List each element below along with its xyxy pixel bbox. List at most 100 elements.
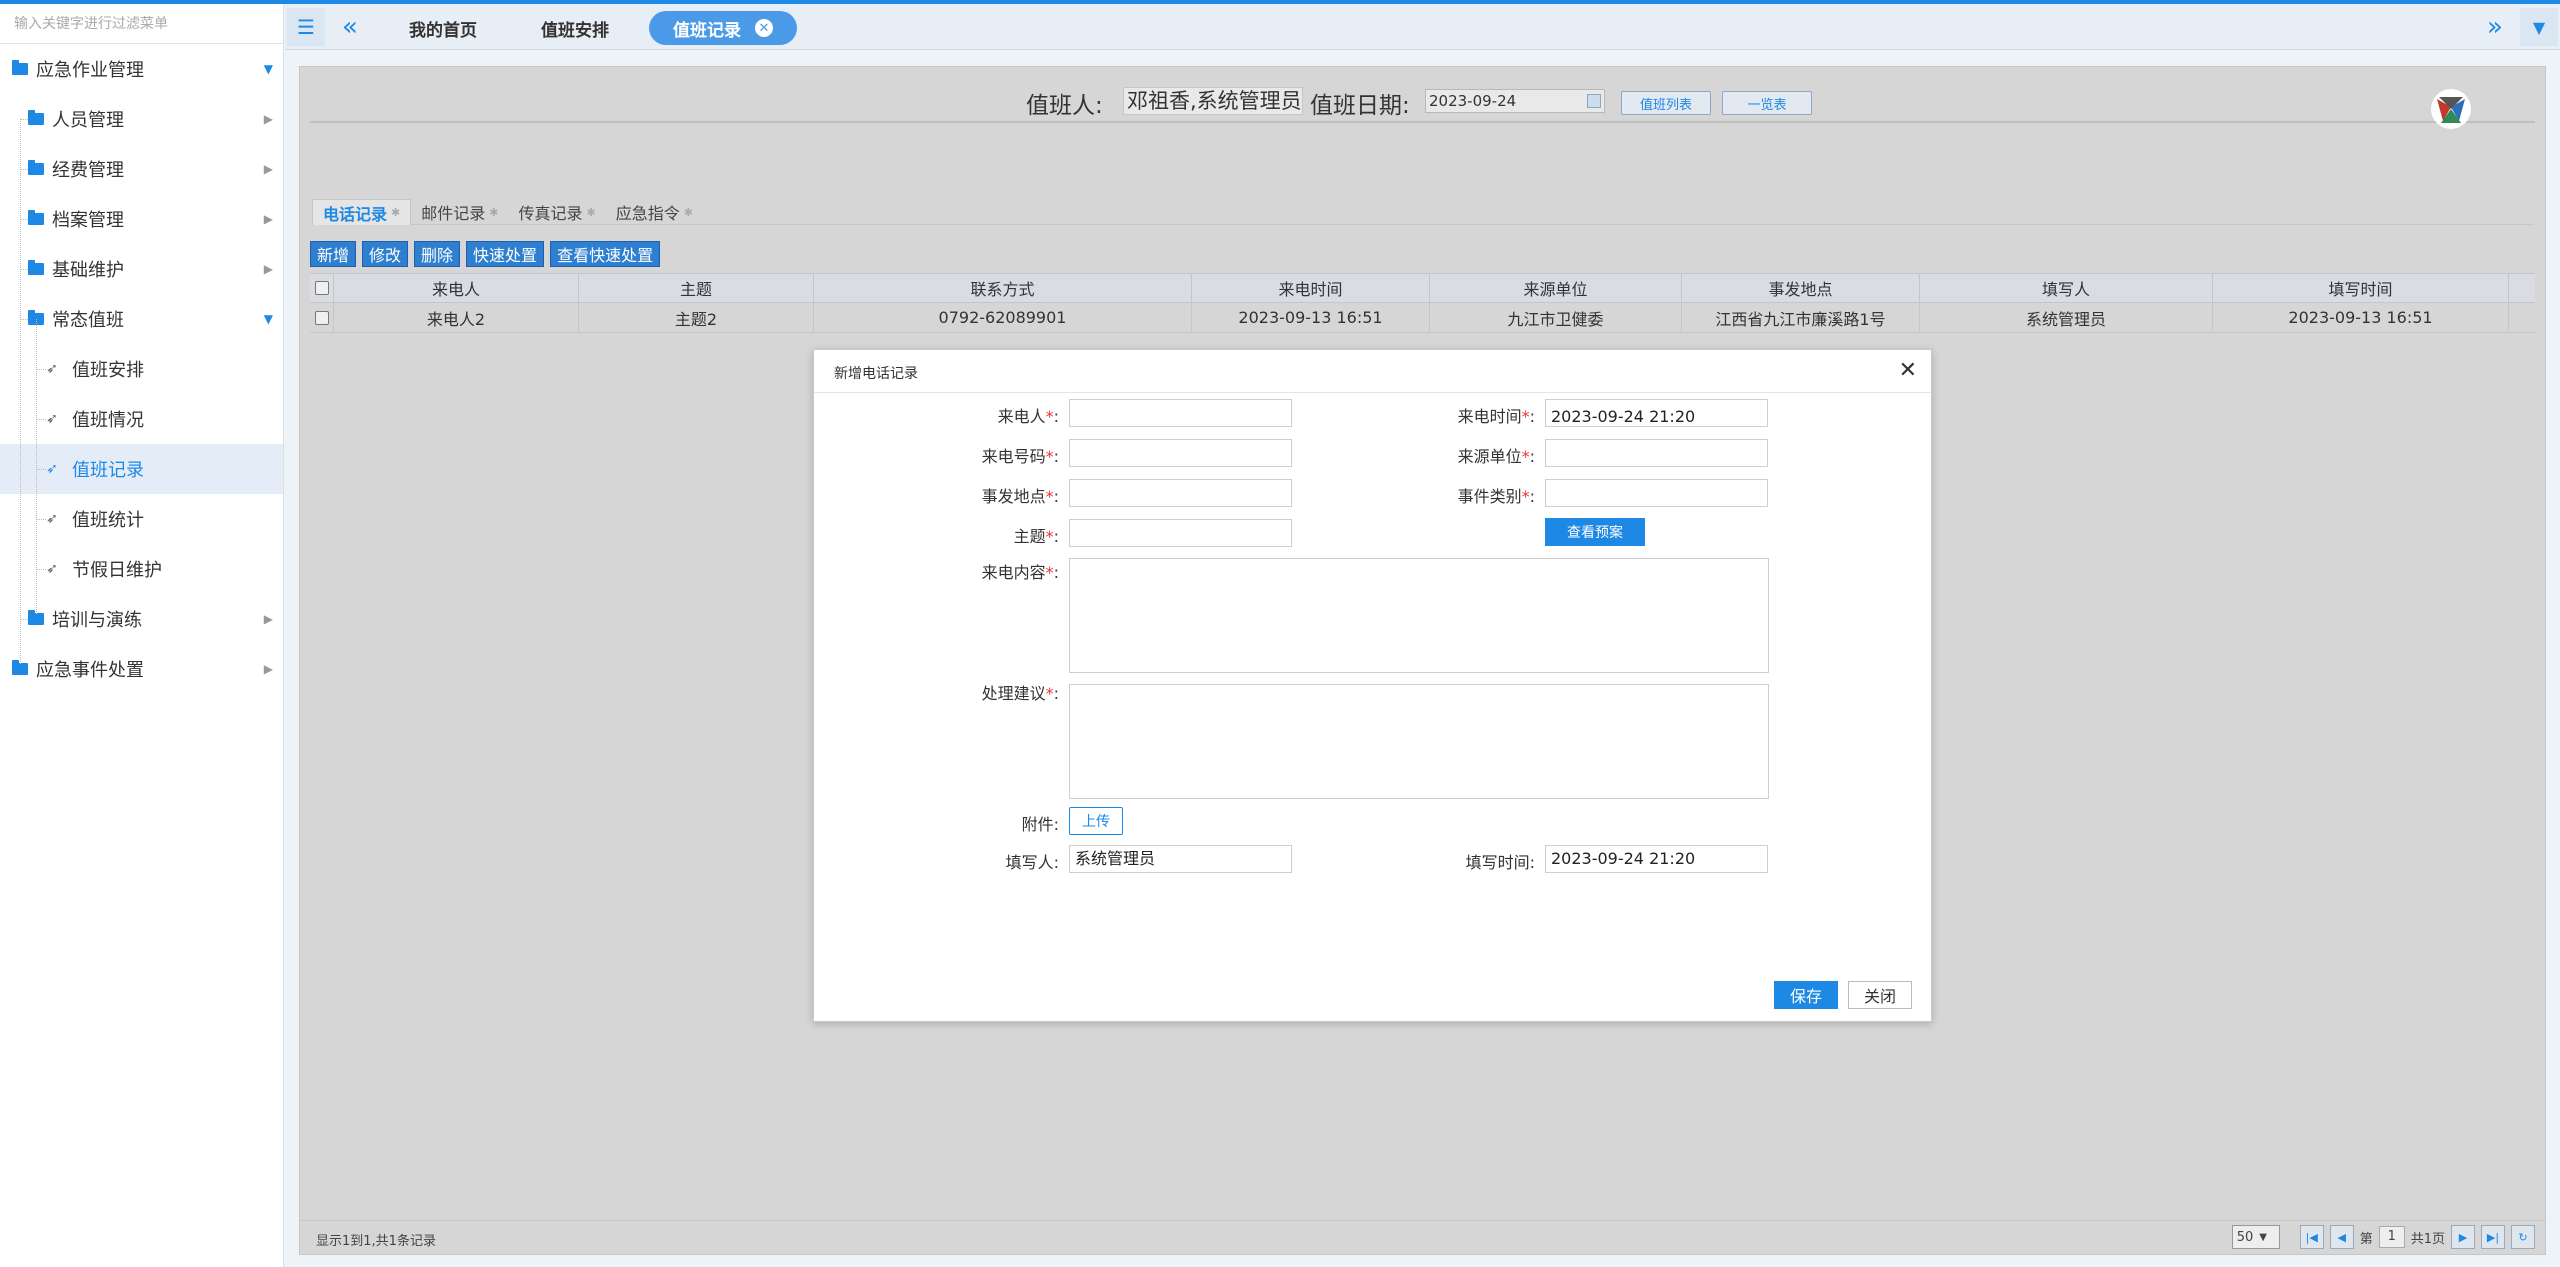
tab-close-icon[interactable]: ✕: [755, 19, 773, 37]
suggestion-textarea[interactable]: [1069, 684, 1769, 799]
caret-right-icon: ▶: [263, 612, 273, 626]
upload-button[interactable]: 上传: [1069, 807, 1123, 835]
column-header[interactable]: 来电时间: [1192, 273, 1430, 303]
close-button[interactable]: 关闭: [1848, 981, 1912, 1009]
sidebar-item-training-drills[interactable]: 培训与演练 ▶: [0, 594, 283, 644]
subtab-mail[interactable]: 邮件记录 ✱: [411, 199, 508, 225]
tabs-dropdown-button[interactable]: ▼: [2520, 8, 2558, 46]
call-time-input[interactable]: 2023-09-24 21:20: [1545, 399, 1768, 427]
tab-duty-schedule[interactable]: 值班安排: [517, 11, 633, 45]
paper-plane-icon: ➶: [46, 511, 58, 527]
tab-duty-record[interactable]: 值班记录 ✕: [649, 11, 797, 45]
edit-button[interactable]: 修改: [362, 241, 409, 267]
overview-button[interactable]: 一览表: [1722, 91, 1812, 115]
subtab-command[interactable]: 应急指令 ✱: [606, 199, 703, 225]
dialog-close-icon[interactable]: ✕: [1899, 358, 1917, 383]
paper-plane-icon: ➶: [46, 561, 58, 577]
table-row[interactable]: 来电人2 主题2 0792-62089901 2023-09-13 16:51 …: [310, 302, 2535, 333]
tab-label: 我的首页: [409, 20, 477, 41]
dialog-divider: [814, 392, 1931, 393]
column-header[interactable]: 来源单位: [1430, 273, 1682, 303]
duty-date-field[interactable]: 2023-09-24: [1425, 89, 1605, 113]
add-button[interactable]: 新增: [310, 241, 357, 267]
select-all-checkbox[interactable]: [314, 281, 329, 295]
sidebar-item-duty-schedule[interactable]: ➶ 值班安排: [0, 344, 283, 394]
caller-label: 来电人*:: [998, 403, 1059, 427]
column-header[interactable]: 事发地点: [1682, 273, 1920, 303]
sidebar-item-duty-status[interactable]: ➶ 值班情况: [0, 394, 283, 444]
sidebar-item-duty-record[interactable]: ➶ 值班记录: [0, 444, 283, 494]
pager: 50 ▼ |◀ ◀ 第 1 共1页 ▶ ▶| ↻: [2231, 1225, 2535, 1249]
grid-toolbar: 新增 修改 删除 快速处置 查看快速处置: [310, 241, 661, 267]
double-chevron-right-icon: »: [2487, 12, 2503, 42]
page-total: 共1页: [2410, 1231, 2445, 1247]
source-unit-input[interactable]: [1545, 439, 1768, 467]
label-text: 来电内容: [981, 563, 1046, 582]
column-header[interactable]: 联系方式: [814, 273, 1192, 303]
label-text: 来电号码: [981, 447, 1046, 466]
star-icon: ✱: [391, 206, 401, 219]
page-size-select[interactable]: 50 ▼: [2231, 1225, 2280, 1249]
location-input[interactable]: [1069, 479, 1292, 507]
last-page-button[interactable]: ▶|: [2481, 1225, 2505, 1249]
caller-input[interactable]: [1069, 399, 1292, 427]
view-plan-button[interactable]: 查看预案: [1545, 518, 1645, 546]
first-page-button[interactable]: |◀: [2299, 1225, 2324, 1249]
duty-bar: 值班人: 邓祖香,系统管理员 值班日期: 2023-09-24 值班列表 一览表: [310, 67, 2535, 129]
column-header[interactable]: 填写人: [1920, 273, 2213, 303]
calendar-icon[interactable]: [1587, 94, 1601, 108]
sidebar-item-base-maintenance[interactable]: 基础维护 ▶: [0, 244, 283, 294]
writer-label: 填写人:: [1005, 853, 1059, 872]
subject-input[interactable]: [1069, 519, 1292, 547]
page-size-value: 50: [2236, 1229, 2254, 1245]
sidebar-item-regular-duty[interactable]: 常态值班 ▼: [0, 294, 283, 344]
column-header[interactable]: 来电人: [334, 273, 579, 303]
subject-label: 主题*:: [1014, 523, 1059, 547]
subtab-fax[interactable]: 传真记录 ✱: [508, 199, 605, 225]
row-checkbox[interactable]: [314, 310, 329, 325]
sidebar-item-budget[interactable]: 经费管理 ▶: [0, 144, 283, 194]
view-quick-handle-button[interactable]: 查看快速处置: [550, 241, 661, 267]
sidebar-item-emergency-ops[interactable]: 应急作业管理 ▼: [0, 44, 283, 94]
refresh-button[interactable]: ↻: [2511, 1225, 2535, 1249]
menu-toggle-button[interactable]: ☰: [287, 8, 325, 46]
prev-page-button[interactable]: ◀: [2329, 1225, 2354, 1249]
page-number-input[interactable]: 1: [2378, 1226, 2405, 1248]
table-cell: 系统管理员: [1920, 302, 2213, 333]
column-header[interactable]: 主题: [579, 273, 814, 303]
table-cell: 2023-09-13 16:51: [1192, 302, 1430, 333]
duty-list-button[interactable]: 值班列表: [1621, 91, 1711, 115]
next-page-icon: ▶: [2458, 1230, 2468, 1244]
page-tabs: 我的首页 值班安排 值班记录 ✕: [385, 11, 797, 45]
save-button[interactable]: 保存: [1774, 981, 1838, 1009]
tab-label: 值班安排: [541, 20, 609, 41]
tab-home[interactable]: 我的首页: [385, 11, 501, 45]
phone-input[interactable]: [1069, 439, 1292, 467]
sidebar-item-archives[interactable]: 档案管理 ▶: [0, 194, 283, 244]
writer-input[interactable]: 系统管理员: [1069, 845, 1292, 873]
caret-down-icon: ▼: [263, 62, 273, 76]
menu-filter-input[interactable]: [14, 15, 269, 32]
next-page-button[interactable]: ▶: [2451, 1225, 2475, 1249]
sidebar-item-holiday-maintenance[interactable]: ➶ 节假日维护: [0, 544, 283, 594]
quick-handle-button[interactable]: 快速处置: [466, 241, 545, 267]
delete-button[interactable]: 删除: [414, 241, 461, 267]
write-time-input[interactable]: 2023-09-24 21:20: [1545, 845, 1768, 873]
folder-icon: [28, 160, 44, 175]
scroll-left-button[interactable]: «: [331, 8, 369, 46]
scroll-right-button[interactable]: »: [2476, 8, 2514, 46]
tree-connector: [36, 419, 46, 420]
app-logo-icon: [2431, 89, 2471, 129]
duty-person-field[interactable]: 邓祖香,系统管理员: [1123, 87, 1303, 115]
sidebar-item-emergency-incident[interactable]: 应急事件处置 ▶: [0, 644, 283, 694]
subtab-label: 应急指令: [615, 204, 680, 223]
column-header[interactable]: 填写时间: [2213, 273, 2509, 303]
subtab-phone[interactable]: 电话记录 ✱: [312, 199, 412, 225]
folder-icon: [12, 60, 28, 75]
sidebar-item-duty-stats[interactable]: ➶ 值班统计: [0, 494, 283, 544]
content-textarea[interactable]: [1069, 558, 1769, 673]
folder-icon: [28, 110, 44, 125]
sidebar-item-personnel[interactable]: 人员管理 ▶: [0, 94, 283, 144]
sidebar-item-label: 档案管理: [52, 210, 124, 231]
event-type-select[interactable]: [1545, 479, 1768, 507]
